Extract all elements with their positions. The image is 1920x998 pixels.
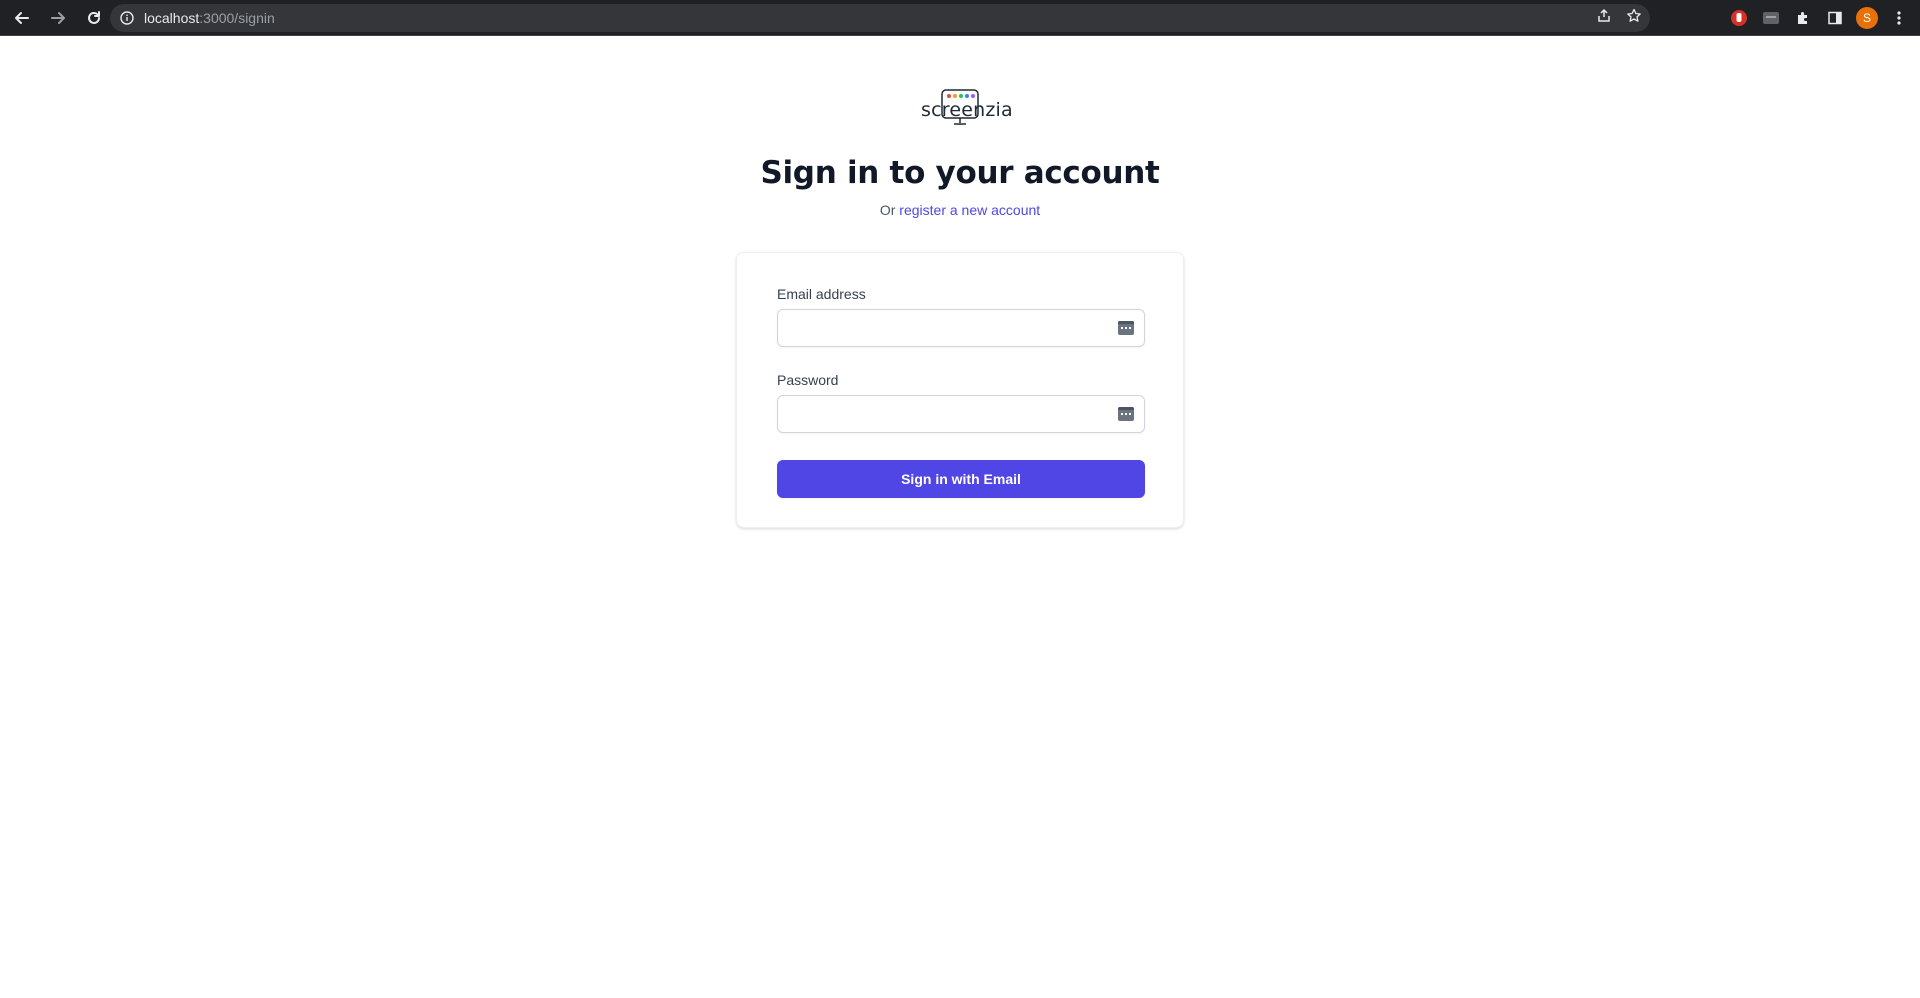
url-host: localhost <box>144 10 200 26</box>
password-field-box[interactable] <box>777 395 1145 433</box>
forward-arrow-icon <box>51 11 65 24</box>
reload-icon <box>88 10 100 24</box>
logo-wordmark: screenzia <box>921 99 1013 121</box>
signin-card: Email address Password Sign in with Emai… <box>736 252 1184 528</box>
address-bar[interactable]: localhost:3000/signin <box>110 4 1650 32</box>
subtitle-prefix: Or <box>879 202 896 218</box>
back-button[interactable] <box>6 2 38 34</box>
page-title: Sign in to your account <box>760 155 1160 191</box>
bookmark-star-icon[interactable] <box>1626 8 1642 29</box>
email-label: Email address <box>777 286 866 302</box>
profile-avatar[interactable]: S <box>1856 7 1878 29</box>
browser-toolbar: localhost:3000/signin S <box>0 0 1920 36</box>
extension-gray-icon[interactable] <box>1760 7 1782 29</box>
subtitle: Or register a new account <box>0 202 1920 218</box>
extension-red-hand-icon[interactable] <box>1728 7 1750 29</box>
forward-button[interactable] <box>42 2 74 34</box>
share-icon[interactable] <box>1596 8 1612 29</box>
kebab-menu-icon[interactable] <box>1888 7 1910 29</box>
email-field-box[interactable] <box>777 309 1145 347</box>
side-panel-icon[interactable] <box>1824 7 1846 29</box>
extensions-puzzle-icon[interactable] <box>1792 7 1814 29</box>
email-input[interactable] <box>778 310 1108 346</box>
back-arrow-icon <box>15 11 29 24</box>
reload-button[interactable] <box>78 2 110 34</box>
password-label: Password <box>777 372 839 388</box>
signin-page: screenzia Sign in to your account Or reg… <box>0 37 1920 998</box>
password-manager-icon[interactable] <box>1118 321 1134 335</box>
url-path: :3000/signin <box>199 10 275 26</box>
screenzia-logo: screenzia <box>921 89 1013 127</box>
site-info-icon[interactable] <box>118 9 136 27</box>
password-input[interactable] <box>778 396 1108 432</box>
register-link[interactable]: register a new account <box>899 202 1040 218</box>
sign-in-button[interactable]: Sign in with Email <box>777 460 1145 498</box>
password-manager-icon[interactable] <box>1118 407 1134 421</box>
